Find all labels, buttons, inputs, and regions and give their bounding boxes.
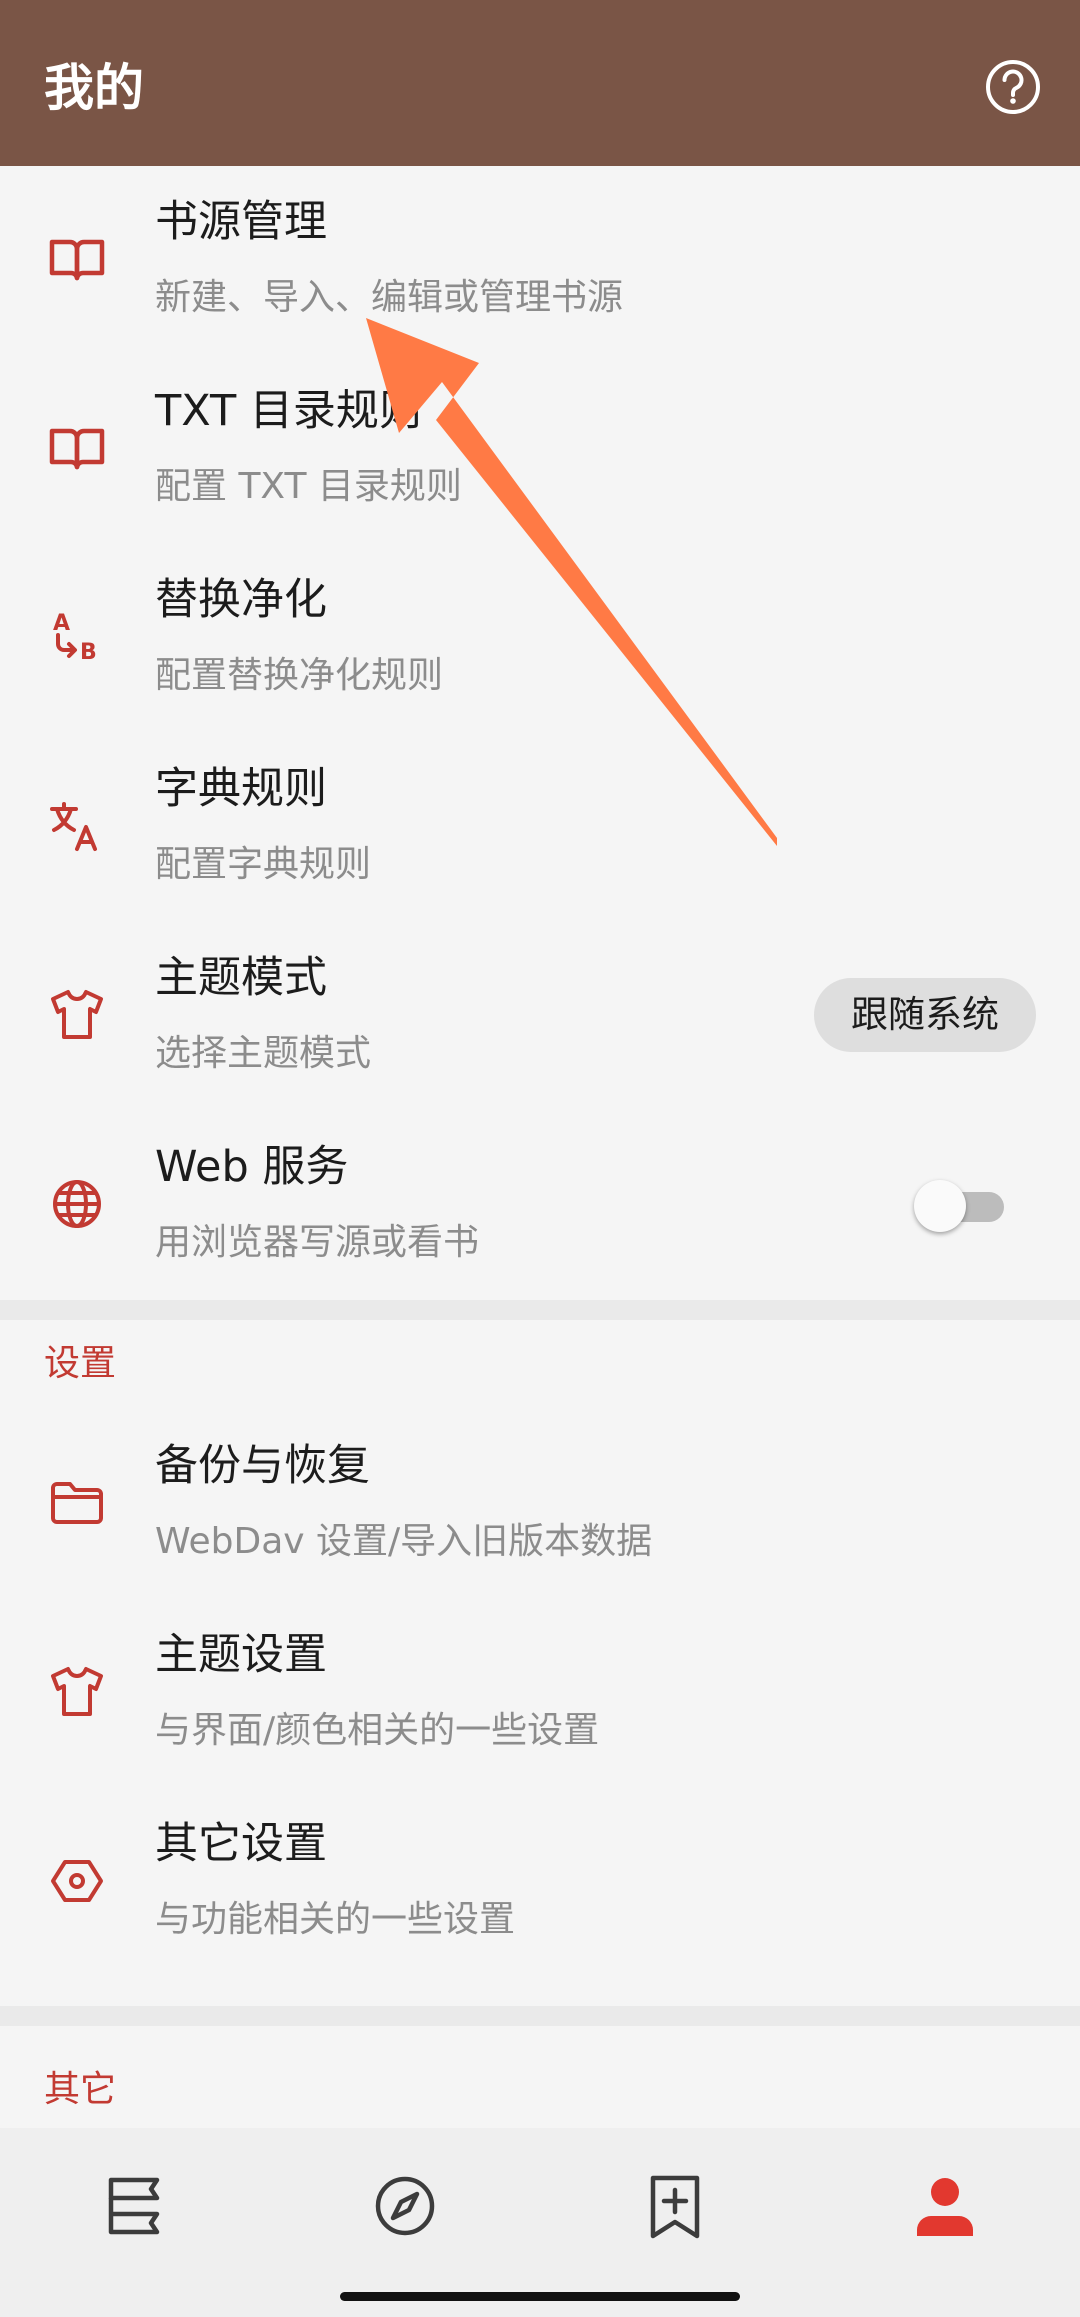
swap-ab-icon: A B <box>44 604 110 670</box>
folder-icon <box>44 1470 110 1536</box>
book-open-icon <box>44 415 110 481</box>
svg-text:A: A <box>53 611 70 636</box>
item-subtitle: WebDav 设置/导入旧版本数据 <box>155 1521 653 1562</box>
item-title: Web 服务 <box>155 1142 349 1192</box>
item-title: TXT 目录规则 <box>155 386 422 436</box>
tshirt-icon <box>44 982 110 1048</box>
hexagon-settings-icon <box>44 1848 110 1914</box>
svg-text:B: B <box>80 640 97 665</box>
settings-card: 设置 备份与恢复 WebDav 设置/导入旧版本数据 主题设置 与界面/颜色相关… <box>0 1320 1080 1980</box>
item-subtitle: 配置字典规则 <box>155 844 372 885</box>
scroll-content[interactable]: 书源管理 新建、导入、编辑或管理书源 TXT 目录规则 配置 TXT 目录规则 … <box>0 166 1080 2128</box>
item-subtitle: 选择主题模式 <box>155 1033 372 1074</box>
compass-icon[interactable] <box>369 2170 441 2242</box>
item-title: 备份与恢复 <box>155 1441 370 1491</box>
item-subtitle: 用浏览器写源或看书 <box>155 1222 480 1263</box>
home-indicator[interactable] <box>340 2292 740 2301</box>
item-subtitle: 配置 TXT 目录规则 <box>155 466 462 507</box>
bottom-navigation <box>0 2128 1080 2317</box>
txt-toc-rule-item[interactable]: TXT 目录规则 配置 TXT 目录规则 <box>0 355 1080 544</box>
page-title: 我的 <box>44 59 144 117</box>
section-divider <box>0 2006 1080 2026</box>
item-title: 主题设置 <box>155 1630 327 1680</box>
section-title-other: 其它 <box>44 2069 117 2110</box>
dict-rule-item[interactable]: 字典规则 配置字典规则 <box>0 733 1080 922</box>
person-icon[interactable] <box>909 2170 981 2242</box>
theme-settings-item[interactable]: 主题设置 与界面/颜色相关的一些设置 <box>0 1599 1080 1788</box>
item-subtitle: 配置替换净化规则 <box>155 655 444 696</box>
item-title: 书源管理 <box>155 197 327 247</box>
item-subtitle: 与功能相关的一些设置 <box>155 1899 516 1940</box>
book-source-manage-item[interactable]: 书源管理 新建、导入、编辑或管理书源 <box>0 166 1080 355</box>
help-icon[interactable] <box>984 58 1042 116</box>
web-service-toggle[interactable] <box>914 1180 1012 1232</box>
item-title: 替换净化 <box>155 575 327 625</box>
translate-icon <box>44 793 110 859</box>
toggle-knob <box>914 1180 966 1232</box>
globe-icon <box>44 1171 110 1237</box>
bookshelf-icon[interactable] <box>99 2170 171 2242</box>
item-title: 字典规则 <box>155 764 327 814</box>
tshirt-icon <box>44 1659 110 1725</box>
section-divider <box>0 1300 1080 1320</box>
other-card: 其它 <box>0 2026 1080 2128</box>
main-card: 书源管理 新建、导入、编辑或管理书源 TXT 目录规则 配置 TXT 目录规则 … <box>0 166 1080 1300</box>
backup-restore-item[interactable]: 备份与恢复 WebDav 设置/导入旧版本数据 <box>0 1410 1080 1599</box>
item-subtitle: 新建、导入、编辑或管理书源 <box>155 277 624 318</box>
book-open-icon <box>44 226 110 292</box>
replace-rule-item[interactable]: A B 替换净化 配置替换净化规则 <box>0 544 1080 733</box>
section-title-settings: 设置 <box>44 1343 117 1384</box>
bookmark-plus-icon[interactable] <box>639 2170 711 2242</box>
top-app-bar: 我的 <box>0 0 1080 166</box>
theme-mode-value-chip[interactable]: 跟随系统 <box>814 978 1036 1052</box>
item-subtitle: 与界面/颜色相关的一些设置 <box>155 1710 600 1751</box>
item-title: 其它设置 <box>155 1819 327 1869</box>
item-title: 主题模式 <box>155 953 327 1003</box>
other-settings-item[interactable]: 其它设置 与功能相关的一些设置 <box>0 1788 1080 1977</box>
